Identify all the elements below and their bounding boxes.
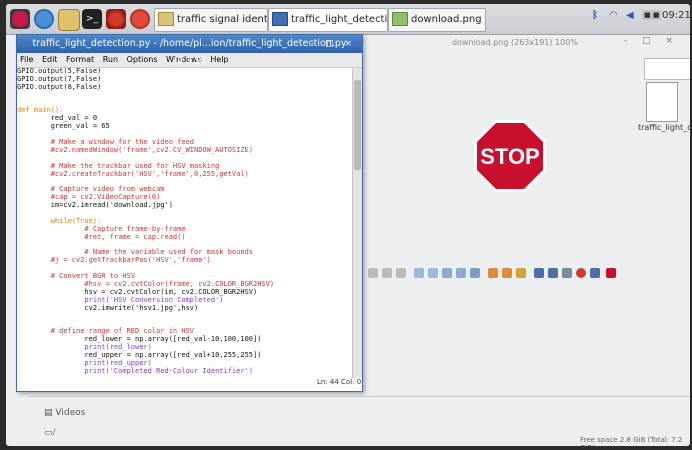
wifi-icon[interactable]: ◠ (609, 10, 618, 21)
file-manager-icon[interactable] (58, 9, 80, 31)
raspberry-menu-icon[interactable] (10, 9, 30, 29)
taskbar-window-traffic-signal[interactable]: traffic signal identific... (154, 8, 268, 32)
bluetooth-icon[interactable]: ᛒ (592, 10, 598, 21)
taskbar-window-label: traffic_light_detectio... (291, 14, 388, 25)
editor-window-controls[interactable]: - □ × (311, 35, 356, 53)
back-icon[interactable] (368, 268, 378, 278)
free-space-status: Free space 2.8 GiB (Total: 7.2 GiB) (580, 436, 683, 446)
path-field[interactable] (644, 58, 690, 80)
zoom-out-icon[interactable] (414, 268, 424, 278)
info-icon[interactable] (590, 268, 600, 278)
folder-icon (158, 12, 174, 26)
math-app-icon[interactable] (106, 9, 126, 29)
root-path-label: / (52, 428, 56, 438)
vertical-scrollbar[interactable] (352, 68, 362, 378)
forward-icon[interactable] (382, 268, 392, 278)
web-browser-icon[interactable] (34, 9, 54, 29)
zoom-in-icon[interactable] (428, 268, 438, 278)
menu-options[interactable]: Options (127, 55, 158, 64)
scrollbar-thumb[interactable] (354, 80, 361, 170)
menu-run[interactable]: Run (103, 55, 118, 64)
menu-format[interactable]: Format (66, 55, 94, 64)
delete-icon[interactable] (562, 268, 572, 278)
menu-help[interactable]: Help (210, 55, 228, 64)
sidebar-item-videos[interactable]: ▤ Videos (44, 408, 85, 418)
taskbar-window-image-viewer[interactable]: download.png (263x... (388, 8, 486, 32)
clock[interactable]: 09:21 (662, 10, 690, 21)
videos-folder-icon: ▤ (44, 408, 53, 418)
stop-sign-text: STOP (480, 144, 540, 169)
screen: >_ traffic signal identific... traffic_l… (6, 4, 690, 446)
image-viewer-controls[interactable]: - □ × (624, 36, 679, 46)
image-icon (392, 12, 408, 26)
code-line: #j = cv2.getTrackbarPos('HSV','frame') (17, 256, 211, 265)
code-line: print('Completed Red-Colour Identifier') (17, 366, 254, 375)
divider (28, 396, 690, 397)
code-line: green_val = 65 (17, 122, 110, 131)
desktop-file-label[interactable]: traffic_light_detection.py (638, 123, 690, 133)
volume-icon[interactable]: ◀ (626, 10, 634, 21)
keyboard-indicator[interactable]: ■ ■ (642, 10, 662, 20)
python-file-icon[interactable] (646, 82, 678, 122)
rotate-left-icon[interactable] (488, 268, 498, 278)
preferences-icon[interactable] (576, 268, 586, 278)
code-line: im=cv2.imread('download.jpg') (17, 201, 173, 210)
taskbar-window-label: download.png (263x... (411, 14, 485, 25)
save-icon[interactable] (548, 268, 558, 278)
sidebar-item-label: Videos (55, 408, 86, 418)
code-area[interactable]: GPIO.output(5,False) GPIO.output(7,False)… (17, 68, 351, 378)
code-line: #cv2.namedWindow('frame',cv2.CV_WINDOW_A… (17, 145, 254, 154)
python-icon (272, 12, 288, 26)
idle-editor-window: traffic_light_detection.py - /home/pi...… (16, 34, 363, 392)
wolfram-icon[interactable] (130, 9, 150, 29)
exit-icon[interactable] (606, 268, 616, 278)
taskbar-window-label: traffic signal identific... (177, 14, 268, 25)
code-line: cv2.imwrite('hsv1.jpg',hsv) (17, 303, 199, 312)
folder-icon: ▭ (44, 428, 53, 438)
code-line: #ret, frame = cap.read() (17, 232, 186, 241)
fullscreen-icon[interactable] (456, 268, 466, 278)
flip-icon[interactable] (516, 268, 526, 278)
terminal-icon[interactable]: >_ (82, 9, 102, 29)
editor-title-bar[interactable]: traffic_light_detection.py - /home/pi...… (17, 35, 362, 67)
stop-sign-image: STOP (474, 120, 546, 192)
image-viewer-title: download.png (263x191) 100% (452, 38, 578, 47)
fit-icon[interactable] (442, 268, 452, 278)
stop-sign-graphic: STOP (474, 120, 546, 192)
taskbar-window-editor[interactable]: traffic_light_detectio... (268, 8, 388, 32)
sidebar-item-root[interactable]: ▭/ (44, 428, 56, 438)
move-icon[interactable] (470, 268, 480, 278)
image-viewer-toolbar (368, 266, 648, 284)
open-icon[interactable] (534, 268, 544, 278)
cursor-position: Ln: 44 Col: 0 (317, 378, 362, 386)
rotate-right-icon[interactable] (502, 268, 512, 278)
menu-file[interactable]: File (20, 55, 33, 64)
menu-edit[interactable]: Edit (42, 55, 58, 64)
code-line: GPIO.output(8,False) (17, 82, 102, 91)
rotate-icon[interactable] (396, 268, 406, 278)
code-line: #cv2.createTrackbar('HSV','frame',0,255,… (17, 169, 249, 178)
taskbar: >_ traffic signal identific... traffic_l… (6, 4, 690, 35)
